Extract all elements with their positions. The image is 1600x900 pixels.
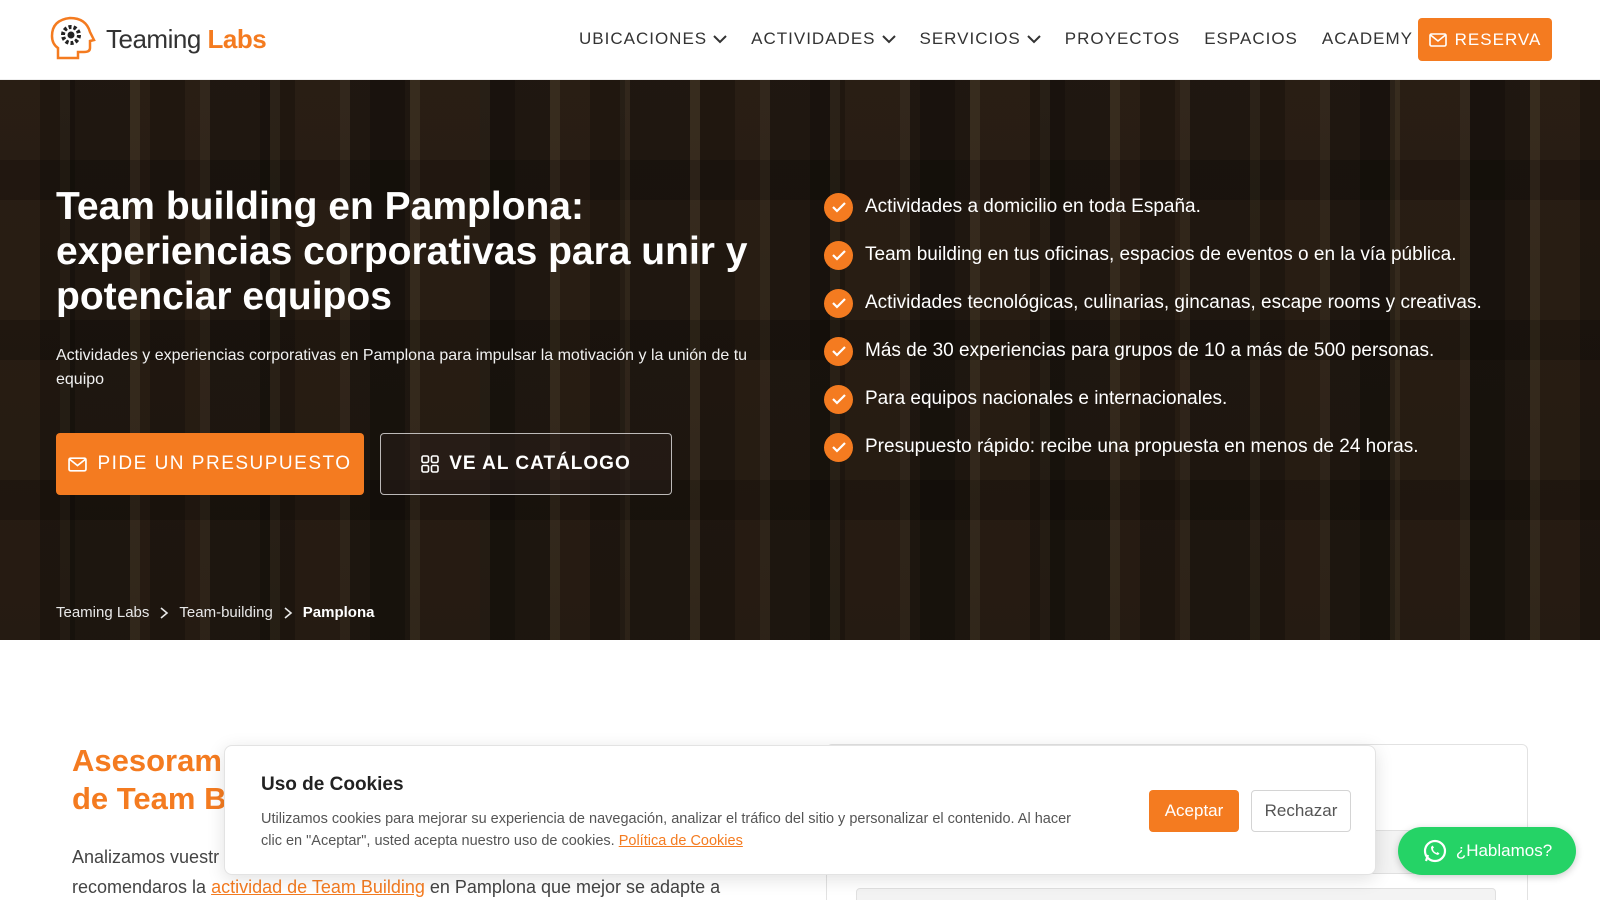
cookie-banner: Uso de Cookies Utilizamos cookies para m…	[224, 745, 1376, 875]
site-header: Teaming Labs UBICACIONES ACTIVIDADES SER…	[0, 0, 1600, 80]
chevron-right-icon	[284, 606, 293, 619]
list-item: Actividades a domicilio en toda España.	[824, 192, 1482, 222]
whatsapp-chat-button[interactable]: ¿Hablamos?	[1398, 827, 1576, 875]
cookie-policy-link[interactable]: Política de Cookies	[619, 833, 743, 849]
hero-section: Team building en Pamplona: experiencias …	[0, 80, 1600, 640]
nav-item-espacios[interactable]: ESPACIOS	[1204, 26, 1298, 52]
logo-head-gear-icon	[50, 16, 96, 60]
logo-text: Teaming Labs	[106, 23, 267, 54]
hero-title: Team building en Pamplona: experiencias …	[56, 185, 748, 318]
hero-subtitle: Actividades y experiencias corporativas …	[56, 347, 748, 388]
whatsapp-icon	[1423, 839, 1446, 863]
nav-item-ubicaciones[interactable]: UBICACIONES	[579, 26, 727, 52]
mail-icon	[1428, 32, 1447, 47]
team-building-activity-link[interactable]: actividad de Team Building	[211, 877, 425, 897]
cookie-text: Utilizamos cookies para mejorar su exper…	[261, 811, 1072, 849]
feature-list: Actividades a domicilio en toda España. …	[824, 192, 1482, 480]
list-item: Para equipos nacionales e internacionale…	[824, 384, 1482, 414]
nav-item-actividades[interactable]: ACTIVIDADES	[751, 26, 896, 52]
list-item: Presupuesto rápido: recibe una propuesta…	[824, 432, 1482, 462]
breadcrumb-link-team-building[interactable]: Team-building	[179, 604, 272, 621]
breadcrumb-current: Pamplona	[302, 604, 375, 621]
form-field[interactable]	[856, 888, 1496, 900]
logo[interactable]: Teaming Labs	[48, 14, 267, 64]
nav-item-proyectos[interactable]: PROYECTOS	[1065, 26, 1180, 52]
accept-cookies-button[interactable]: Aceptar	[1149, 790, 1239, 832]
list-item: Más de 30 experiencias para grupos de 10…	[824, 336, 1482, 366]
nav-item-academy[interactable]: ACADEMY	[1322, 26, 1413, 52]
grid-icon	[421, 455, 440, 473]
chevron-down-icon	[1027, 35, 1041, 44]
check-icon	[824, 240, 853, 270]
breadcrumb: Teaming Labs Team-building Pamplona	[56, 604, 374, 621]
check-icon	[824, 288, 853, 318]
reserve-button[interactable]: RESERVA	[1418, 18, 1552, 61]
chevron-down-icon	[881, 35, 896, 44]
chevron-down-icon	[713, 35, 727, 44]
check-icon	[824, 432, 853, 462]
catalog-button[interactable]: VE AL CATÁLOGO	[380, 433, 672, 495]
cookie-title: Uso de Cookies	[261, 774, 404, 795]
mail-icon	[68, 456, 88, 472]
request-quote-button[interactable]: PIDE UN PRESUPUESTO	[56, 433, 364, 495]
reject-cookies-button[interactable]: Rechazar	[1251, 790, 1351, 832]
chevron-right-icon	[160, 606, 169, 619]
list-item: Actividades tecnológicas, culinarias, gi…	[824, 288, 1482, 318]
check-icon	[824, 336, 853, 366]
list-item: Team building en tus oficinas, espacios …	[824, 240, 1482, 270]
main-nav: UBICACIONES ACTIVIDADES SERVICIOS PROYEC…	[579, 26, 1413, 52]
check-icon	[824, 384, 853, 414]
breadcrumb-link-home[interactable]: Teaming Labs	[56, 604, 149, 621]
nav-item-servicios[interactable]: SERVICIOS	[920, 26, 1041, 52]
check-icon	[824, 192, 853, 222]
